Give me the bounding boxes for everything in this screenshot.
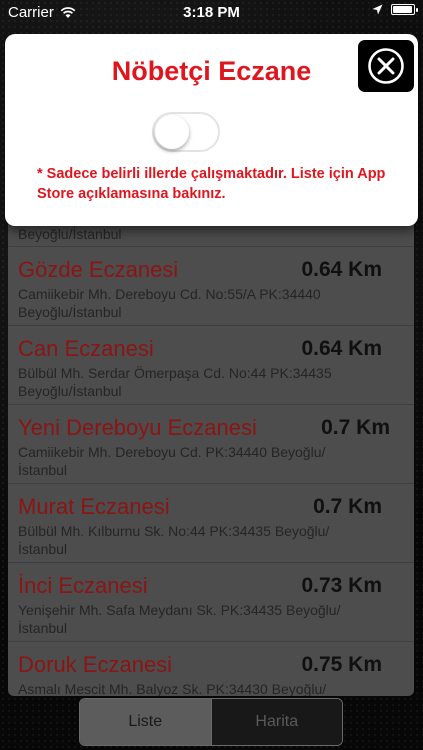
close-button[interactable] [358, 40, 414, 92]
list-item[interactable]: Doruk Eczanesi 0.75 Km Asmalı Mescit Mh.… [8, 642, 414, 696]
list-item[interactable]: Murat Eczanesi 0.7 Km Bülbül Mh. Kılburn… [8, 484, 414, 563]
pharmacy-address: Beyoğlu/İstanbul [18, 226, 122, 242]
list-item[interactable]: Gözde Eczanesi 0.64 Km Camiikebir Mh. De… [8, 247, 414, 326]
filter-toggle[interactable] [152, 112, 220, 152]
pharmacy-distance: 0.64 Km [301, 258, 382, 281]
status-time: 3:18 PM [183, 4, 240, 21]
pharmacy-list: Beyoğlu/İstanbul Gözde Eczanesi 0.64 Km … [8, 212, 414, 696]
screen: Carrier 3:18 PM Beyoğlu/İstanbul Gözde E… [0, 0, 423, 750]
list-item[interactable]: Yeni Dereboyu Eczanesi 0.7 Km Camiikebir… [8, 405, 414, 484]
segment-map[interactable]: Harita [210, 699, 342, 745]
pharmacy-distance: 0.75 Km [301, 653, 382, 676]
pharmacy-name: Gözde Eczanesi [18, 257, 179, 282]
segment-list[interactable]: Liste [80, 699, 211, 745]
pharmacy-address: Camiikebir Mh. Dereboyu Cd. No:55/A PK:3… [18, 286, 321, 320]
modal-note: * Sadece belirli illerde çalışmaktadır. … [37, 166, 386, 202]
status-bar: Carrier 3:18 PM [0, 0, 423, 26]
pharmacy-name: Murat Eczanesi [18, 494, 170, 519]
pharmacy-distance: 0.73 Km [301, 574, 382, 597]
toggle-knob [155, 115, 189, 149]
modal-title: Nöbetçi Eczane [111, 56, 312, 86]
pharmacy-name: Yeni Dereboyu Eczanesi [18, 415, 257, 440]
info-modal: Nöbetçi Eczane * Sadece belirli illerde … [5, 34, 418, 226]
pharmacy-address: Bülbül Mh. Kılburnu Sk. No:44 PK:34435 B… [18, 523, 330, 557]
location-arrow-icon [372, 4, 383, 15]
battery-icon [391, 4, 418, 15]
list-item[interactable]: İnci Eczanesi 0.73 Km Yenişehir Mh. Safa… [8, 563, 414, 642]
close-icon [368, 48, 404, 84]
pharmacy-address: Bülbül Mh. Serdar Ömerpaşa Cd. No:44 PK:… [18, 365, 332, 399]
status-right [372, 4, 418, 15]
pharmacy-name: Doruk Eczanesi [18, 652, 173, 677]
pharmacy-address: Camiikebir Mh. Dereboyu Cd. PK:34440 Bey… [18, 444, 326, 478]
pharmacy-address: Asmalı Mescit Mh. Balyoz Sk. PK:34430 Be… [18, 681, 327, 696]
pharmacy-distance: 0.7 Km [313, 495, 382, 518]
pharmacy-distance: 0.64 Km [301, 337, 382, 360]
pharmacy-distance: 0.7 Km [321, 416, 390, 439]
view-segmented-control: Liste Harita [79, 698, 343, 746]
pharmacy-name: Can Eczanesi [18, 336, 154, 361]
pharmacy-address: Yenişehir Mh. Safa Meydanı Sk. PK:34435 … [18, 602, 341, 636]
pharmacy-name: İnci Eczanesi [18, 573, 148, 598]
list-item[interactable]: Can Eczanesi 0.64 Km Bülbül Mh. Serdar Ö… [8, 326, 414, 405]
